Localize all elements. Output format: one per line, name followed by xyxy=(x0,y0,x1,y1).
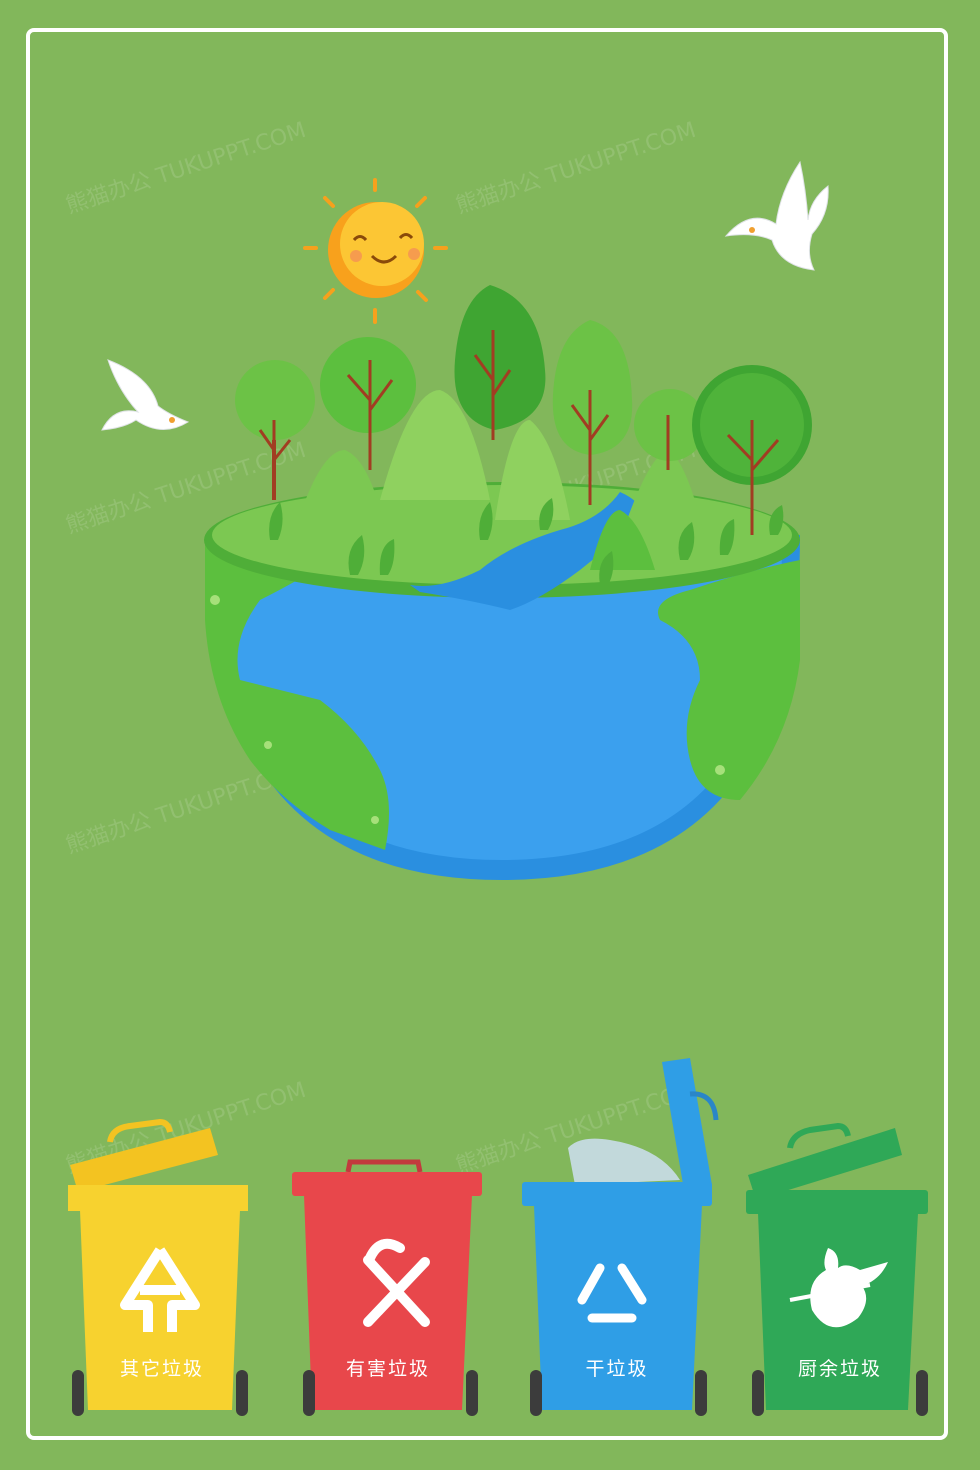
poster: 熊猫办公 TUKUPPT.COM 熊猫办公 TUKUPPT.COM 熊猫办公 T… xyxy=(0,0,980,1470)
poster-frame xyxy=(26,28,948,1440)
bin-label-hazardous-waste: 有害垃圾 xyxy=(345,1358,430,1380)
bin-label-other-waste: 其它垃圾 xyxy=(119,1358,204,1380)
bin-label-dry-waste: 干垃圾 xyxy=(585,1358,649,1380)
bin-label-kitchen-waste: 厨余垃圾 xyxy=(797,1358,882,1380)
